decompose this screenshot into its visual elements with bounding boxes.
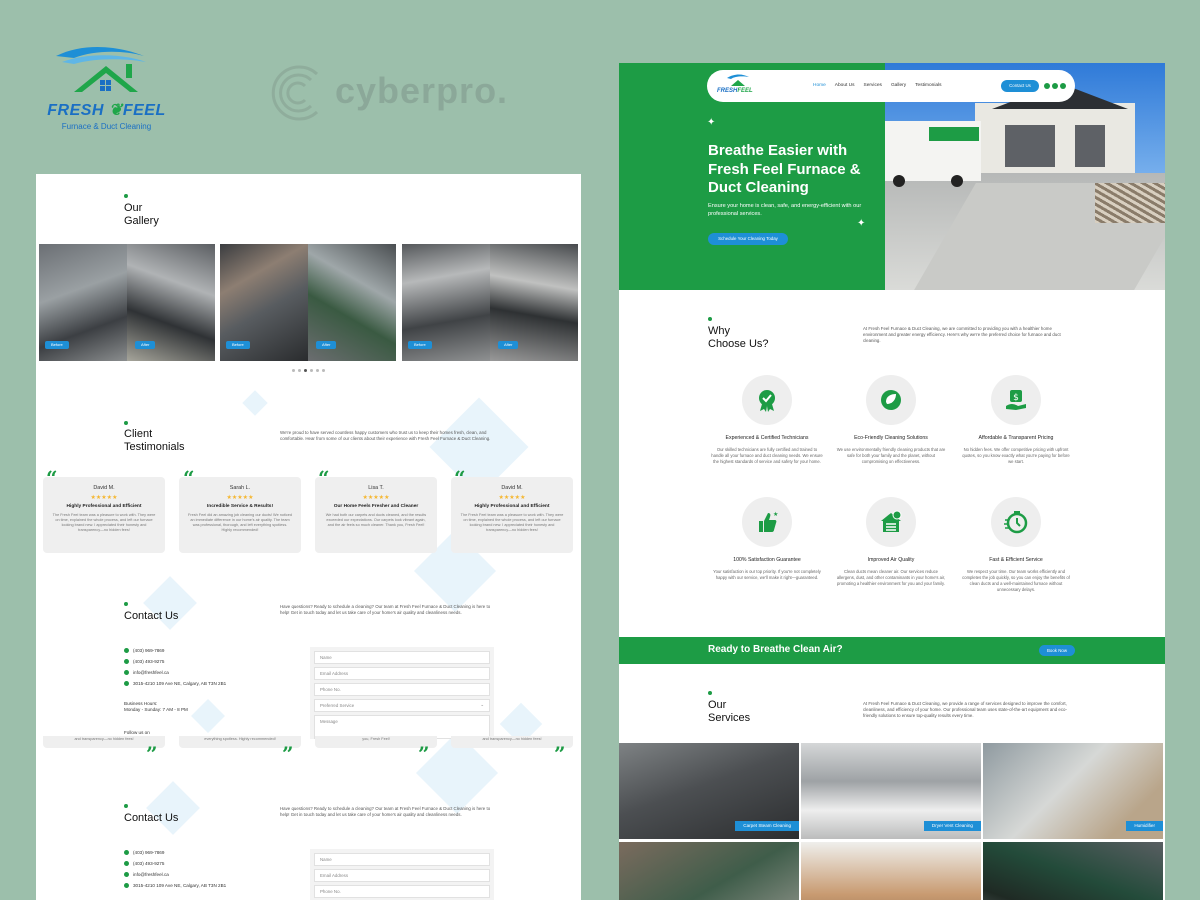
- hero-title: Breathe Easier with Fresh Feel Furnace &…: [708, 142, 861, 196]
- email-field[interactable]: Email Address: [314, 869, 490, 882]
- name-field[interactable]: Name: [314, 853, 490, 866]
- house-air-icon: [881, 510, 902, 532]
- whatsapp-icon[interactable]: [1052, 83, 1058, 89]
- stopwatch-icon: [1004, 511, 1028, 534]
- hero-section: FRESHFEEL Home About Us Services Gallery…: [619, 63, 1165, 290]
- nav-item-gallery[interactable]: Gallery: [891, 83, 906, 88]
- why-title: Why Choose Us?: [708, 325, 769, 350]
- contact-title-repeat: Contact Us: [124, 812, 179, 824]
- partner-logo: cyberpro.: [265, 60, 525, 121]
- brand-logo: FRESH ❦FEEL Furnace & Duct Cleaning: [34, 42, 179, 134]
- contact-phone-2[interactable]: (403) 493-9275: [124, 659, 164, 665]
- instagram-icon[interactable]: [1060, 83, 1066, 89]
- sparkle-icon: ✦: [857, 218, 866, 229]
- testimonial-card: Sarah L. ★★★★★ Incredible Service & Resul…: [179, 477, 301, 553]
- gallery-pair-3[interactable]: Before After: [402, 244, 578, 361]
- services-intro: At Fresh Feel Furnace & Duct Cleaning, w…: [863, 701, 1067, 718]
- feature-fast: Fast & Efficient Service We respect your …: [960, 497, 1072, 593]
- testimonial-card: David M. ★★★★★ Highly Professional and Ef…: [43, 477, 165, 553]
- nav-item-services[interactable]: Services: [864, 83, 882, 88]
- service-card-4[interactable]: [619, 842, 799, 900]
- nav-logo[interactable]: FRESHFEEL: [717, 88, 753, 94]
- feature-pricing: $ Affordable & Transparent Pricing No hid…: [960, 375, 1072, 465]
- eco-leaf-icon: [881, 390, 901, 410]
- testimonials-title: Client Testimonials: [124, 428, 185, 453]
- dollar-hand-icon: $: [1006, 390, 1026, 410]
- partner-name: cyberpro.: [335, 70, 509, 111]
- contact-email[interactable]: info@freshfeel.ca: [124, 670, 169, 676]
- brand-name: FRESH ❦FEEL: [47, 102, 166, 119]
- service-card-5[interactable]: [801, 842, 981, 900]
- testimonials-intro: We're proud to have served countless hap…: [280, 430, 491, 441]
- left-page-mockup: Our Gallery Before After Before After Be…: [36, 174, 581, 900]
- contact-address: 3015-4210 109 Ave NE, Calgary, AB T3N 2B…: [124, 681, 226, 687]
- email-field[interactable]: Email Address: [314, 667, 490, 680]
- contact-intro: Have questions? Ready to schedule a clea…: [280, 604, 491, 615]
- phone-field[interactable]: Phone No.: [314, 885, 490, 898]
- brand-tagline: Furnace & Duct Cleaning: [61, 122, 152, 131]
- nav-item-home[interactable]: Home: [813, 83, 826, 88]
- contact-address: 3015-4210 109 Ave NE, Calgary, AB T3N 2B…: [124, 883, 226, 889]
- contact-phone-2[interactable]: (403) 493-9275: [124, 861, 164, 867]
- name-field[interactable]: Name: [314, 651, 490, 664]
- gallery-pair-2[interactable]: Before After: [220, 244, 396, 361]
- facebook-icon[interactable]: [1044, 83, 1050, 89]
- contact-phone-1[interactable]: (403) 969-7869: [124, 850, 164, 856]
- nav-menu: Home About Us Services Gallery Testimoni…: [813, 83, 942, 88]
- gallery-title: Our Gallery: [124, 202, 159, 227]
- gallery-pair-1[interactable]: Before After: [39, 244, 215, 361]
- why-intro: At Fresh Feel Furnace & Duct Cleaning, w…: [863, 326, 1061, 343]
- feature-satisfaction: ★ 100% Satisfaction Guarantee Your satisf…: [711, 497, 823, 581]
- phone-field[interactable]: Phone No.: [314, 683, 490, 696]
- contact-intro-repeat: Have questions? Ready to schedule a clea…: [280, 806, 491, 817]
- top-nav: FRESHFEEL Home About Us Services Gallery…: [707, 70, 1075, 102]
- contact-email[interactable]: info@freshfeel.ca: [124, 872, 169, 878]
- testimonial-card: Lisa T. ★★★★★ Our Home Feels Fresher and …: [315, 477, 437, 553]
- hours-value: Monday - Sunday: 7 AM - 8 PM: [124, 707, 188, 712]
- contact-phone-1[interactable]: (403) 969-7869: [124, 648, 164, 654]
- service-select[interactable]: Preferred Service ⌄: [314, 699, 490, 712]
- schedule-cleaning-button[interactable]: Schedule Your Cleaning Today: [708, 233, 788, 245]
- partner-mark-icon: [271, 65, 319, 121]
- contact-title: Contact Us: [124, 610, 179, 622]
- gallery-carousel-dots[interactable]: [292, 369, 325, 372]
- service-card-carpet[interactable]: Carpet Steam Cleaning: [619, 743, 799, 839]
- nav-item-about[interactable]: About Us: [835, 83, 855, 88]
- thumbs-up-icon: ★: [759, 511, 778, 532]
- nav-logo-icon: [727, 74, 749, 86]
- service-card-dryer-vent[interactable]: Dryer Vent Cleaning: [801, 743, 981, 839]
- house-logo-icon: [56, 46, 146, 92]
- chevron-down-icon: ⌄: [480, 702, 484, 707]
- feature-eco: Eco-Friendly Cleaning Solutions We use en…: [835, 375, 947, 465]
- cta-band: Ready to Breathe Clean Air? Book Now: [619, 637, 1165, 664]
- service-card-humidifier[interactable]: Humidifier: [983, 743, 1163, 839]
- book-now-button[interactable]: Book Now: [1039, 645, 1075, 656]
- hero-subtitle: Ensure your home is clean, safe, and ene…: [708, 203, 862, 217]
- feature-certified: Experienced & Certified Technicians Our s…: [711, 375, 823, 465]
- certificate-icon: [759, 390, 775, 412]
- services-title: Our Services: [708, 699, 751, 724]
- svg-text:$: $: [1013, 393, 1019, 403]
- right-page-mockup: FRESHFEEL Home About Us Services Gallery…: [619, 63, 1165, 900]
- contact-us-button[interactable]: Contact Us: [1001, 80, 1039, 92]
- testimonial-card: David M. ★★★★★ Highly Professional and Ef…: [451, 477, 573, 553]
- svg-text:★: ★: [773, 511, 778, 518]
- nav-item-testimonials[interactable]: Testimonials: [915, 83, 941, 88]
- sparkle-icon: ✦: [707, 117, 716, 128]
- cta-band-title: Ready to Breathe Clean Air?: [708, 644, 843, 655]
- service-card-6[interactable]: [983, 842, 1163, 900]
- feature-air-quality: Improved Air Quality Clean ducts mean cle…: [835, 497, 947, 587]
